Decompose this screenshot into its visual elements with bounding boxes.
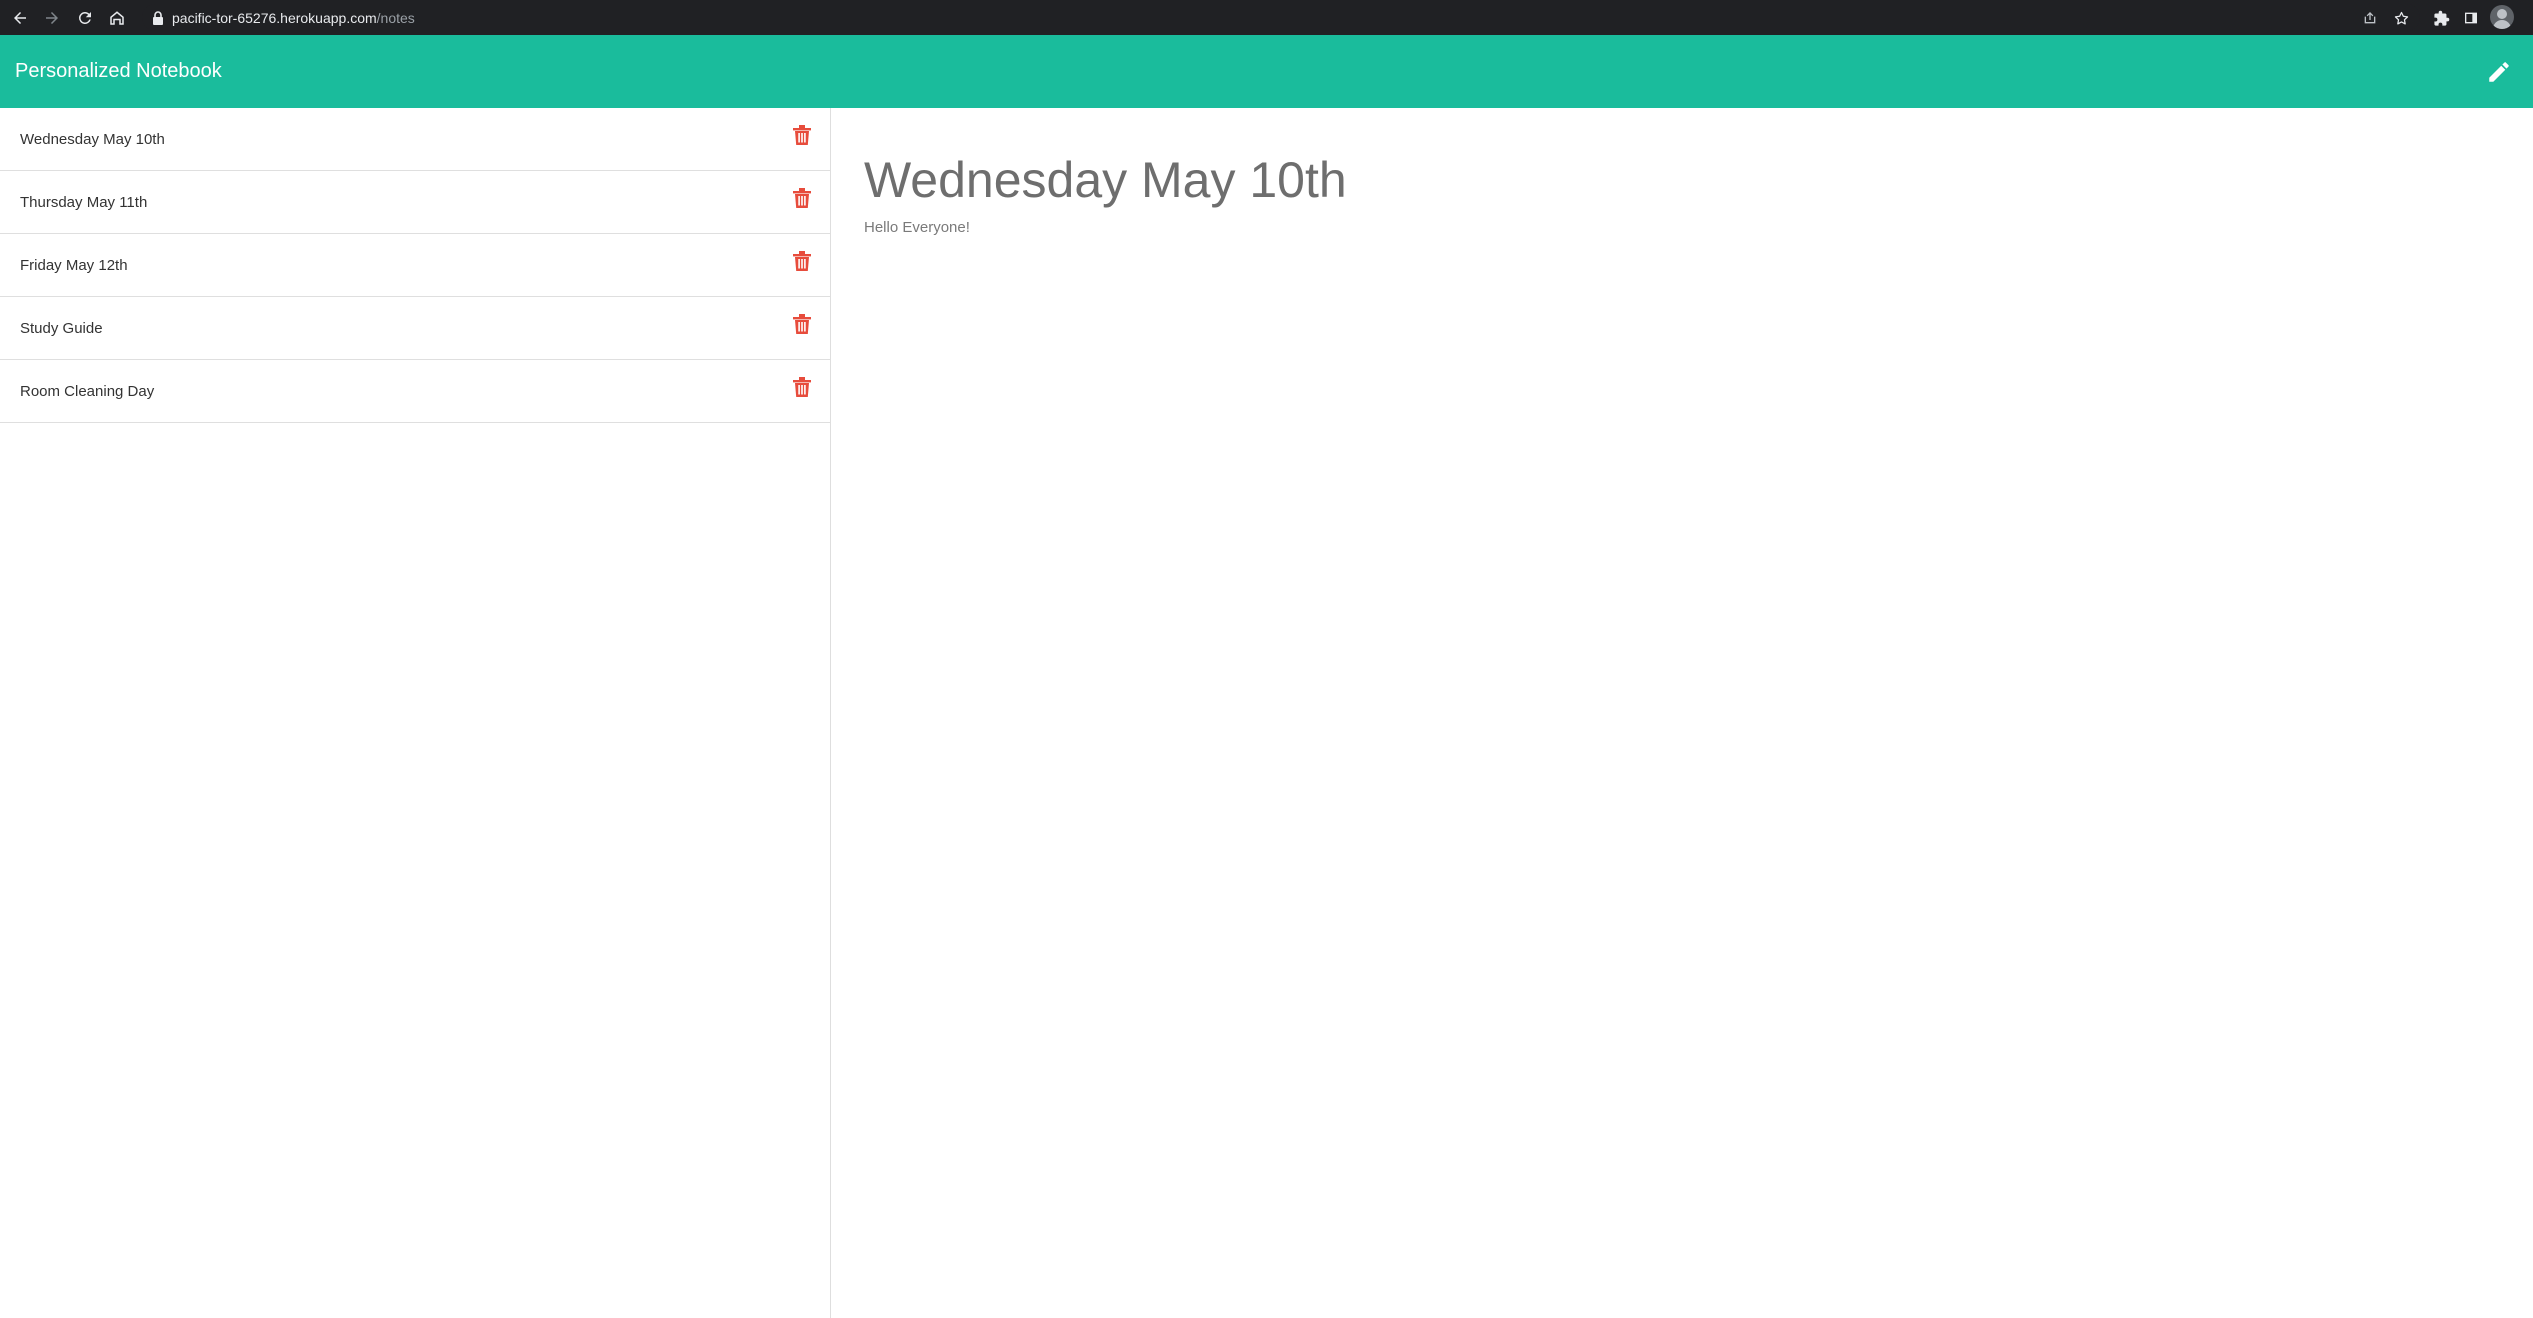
trash-icon[interactable] (793, 188, 811, 208)
note-view: Wednesday May 10th Hello Everyone! (832, 108, 2533, 1318)
note-title: Thursday May 11th (20, 194, 148, 211)
note-title: Room Cleaning Day (20, 383, 155, 400)
note-view-text[interactable]: Hello Everyone! (864, 218, 970, 238)
trash-icon[interactable] (793, 251, 811, 271)
pencil-icon[interactable] (2486, 59, 2512, 85)
trash-icon[interactable] (793, 125, 811, 145)
note-title: Friday May 12th (20, 257, 128, 274)
back-icon[interactable] (8, 6, 32, 30)
note-list-item[interactable]: Wednesday May 10th (0, 108, 830, 171)
lock-icon[interactable] (150, 10, 166, 26)
note-list: Wednesday May 10th Thursday May 11th Fri… (0, 108, 831, 1318)
url-text: pacific-tor-65276.herokuapp.com/notes (172, 10, 415, 26)
reload-icon[interactable] (73, 6, 97, 30)
profile-avatar[interactable] (2490, 5, 2514, 29)
note-view-title[interactable]: Wednesday May 10th (864, 150, 1347, 210)
trash-icon[interactable] (793, 314, 811, 334)
app-title[interactable]: Personalized Notebook (15, 59, 222, 83)
note-list-item[interactable]: Thursday May 11th (0, 171, 830, 234)
note-title: Wednesday May 10th (20, 131, 165, 148)
note-list-item[interactable]: Room Cleaning Day (0, 360, 830, 423)
home-icon[interactable] (105, 6, 129, 30)
extensions-icon[interactable] (2429, 6, 2453, 30)
app-header: Personalized Notebook (0, 35, 2533, 108)
browser-toolbar: pacific-tor-65276.herokuapp.com/notes (0, 0, 2533, 35)
note-title: Study Guide (20, 320, 103, 337)
share-icon[interactable] (2358, 6, 2382, 30)
bookmark-star-icon[interactable] (2389, 6, 2413, 30)
url-path: /notes (376, 9, 415, 26)
trash-icon[interactable] (793, 377, 811, 397)
forward-icon[interactable] (40, 6, 64, 30)
note-list-item[interactable]: Study Guide (0, 297, 830, 360)
note-list-item[interactable]: Friday May 12th (0, 234, 830, 297)
address-bar[interactable]: pacific-tor-65276.herokuapp.com/notes (142, 4, 2420, 31)
url-host: pacific-tor-65276.herokuapp.com (172, 9, 377, 26)
side-panel-icon[interactable] (2459, 6, 2483, 30)
